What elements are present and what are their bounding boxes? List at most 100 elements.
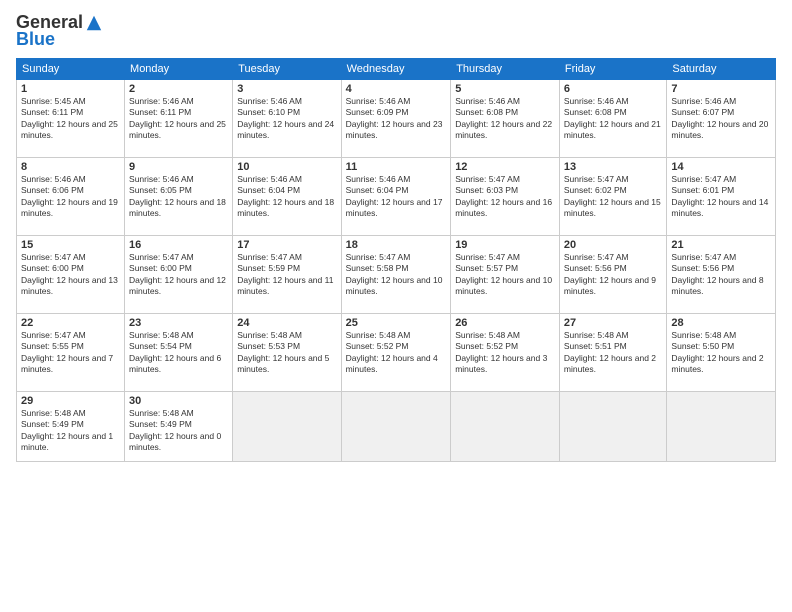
day-number: 10 xyxy=(237,161,336,173)
calendar-day-cell: 1Sunrise: 5:45 AMSunset: 6:11 PMDaylight… xyxy=(17,80,125,158)
calendar-week-1: 1Sunrise: 5:45 AMSunset: 6:11 PMDaylight… xyxy=(17,80,776,158)
calendar-header-tuesday: Tuesday xyxy=(233,59,341,80)
day-info: Sunrise: 5:46 AMSunset: 6:09 PMDaylight:… xyxy=(346,96,447,142)
day-info: Sunrise: 5:47 AMSunset: 5:56 PMDaylight:… xyxy=(671,252,771,298)
day-number: 18 xyxy=(346,239,447,251)
day-info: Sunrise: 5:46 AMSunset: 6:08 PMDaylight:… xyxy=(455,96,555,142)
day-info: Sunrise: 5:47 AMSunset: 5:57 PMDaylight:… xyxy=(455,252,555,298)
day-number: 29 xyxy=(21,395,120,407)
day-number: 6 xyxy=(564,83,663,95)
calendar-week-2: 8Sunrise: 5:46 AMSunset: 6:06 PMDaylight… xyxy=(17,158,776,236)
calendar-header-wednesday: Wednesday xyxy=(341,59,451,80)
calendar-day-cell: 28Sunrise: 5:48 AMSunset: 5:50 PMDayligh… xyxy=(667,314,776,392)
calendar-day-cell: 9Sunrise: 5:46 AMSunset: 6:05 PMDaylight… xyxy=(125,158,233,236)
day-info: Sunrise: 5:47 AMSunset: 6:00 PMDaylight:… xyxy=(21,252,120,298)
day-number: 28 xyxy=(671,317,771,329)
calendar-day-cell: 8Sunrise: 5:46 AMSunset: 6:06 PMDaylight… xyxy=(17,158,125,236)
day-number: 20 xyxy=(564,239,663,251)
calendar-day-cell: 6Sunrise: 5:46 AMSunset: 6:08 PMDaylight… xyxy=(559,80,667,158)
calendar-day-cell: 24Sunrise: 5:48 AMSunset: 5:53 PMDayligh… xyxy=(233,314,341,392)
calendar-day-cell: 10Sunrise: 5:46 AMSunset: 6:04 PMDayligh… xyxy=(233,158,341,236)
calendar-header-sunday: Sunday xyxy=(17,59,125,80)
calendar-day-cell: 13Sunrise: 5:47 AMSunset: 6:02 PMDayligh… xyxy=(559,158,667,236)
logo-icon xyxy=(85,14,103,32)
day-info: Sunrise: 5:48 AMSunset: 5:52 PMDaylight:… xyxy=(346,330,447,376)
calendar-header-friday: Friday xyxy=(559,59,667,80)
calendar-day-cell xyxy=(559,392,667,462)
calendar-day-cell: 20Sunrise: 5:47 AMSunset: 5:56 PMDayligh… xyxy=(559,236,667,314)
calendar-header-monday: Monday xyxy=(125,59,233,80)
day-info: Sunrise: 5:46 AMSunset: 6:05 PMDaylight:… xyxy=(129,174,228,220)
day-number: 19 xyxy=(455,239,555,251)
day-number: 12 xyxy=(455,161,555,173)
calendar-header-thursday: Thursday xyxy=(451,59,560,80)
day-info: Sunrise: 5:47 AMSunset: 5:55 PMDaylight:… xyxy=(21,330,120,376)
day-number: 1 xyxy=(21,83,120,95)
day-info: Sunrise: 5:47 AMSunset: 5:58 PMDaylight:… xyxy=(346,252,447,298)
calendar-day-cell: 25Sunrise: 5:48 AMSunset: 5:52 PMDayligh… xyxy=(341,314,451,392)
day-info: Sunrise: 5:46 AMSunset: 6:08 PMDaylight:… xyxy=(564,96,663,142)
calendar-day-cell: 21Sunrise: 5:47 AMSunset: 5:56 PMDayligh… xyxy=(667,236,776,314)
day-number: 13 xyxy=(564,161,663,173)
day-info: Sunrise: 5:48 AMSunset: 5:52 PMDaylight:… xyxy=(455,330,555,376)
calendar-day-cell: 14Sunrise: 5:47 AMSunset: 6:01 PMDayligh… xyxy=(667,158,776,236)
day-info: Sunrise: 5:47 AMSunset: 6:01 PMDaylight:… xyxy=(671,174,771,220)
day-number: 15 xyxy=(21,239,120,251)
day-number: 9 xyxy=(129,161,228,173)
calendar-day-cell: 27Sunrise: 5:48 AMSunset: 5:51 PMDayligh… xyxy=(559,314,667,392)
calendar-day-cell: 4Sunrise: 5:46 AMSunset: 6:09 PMDaylight… xyxy=(341,80,451,158)
day-number: 21 xyxy=(671,239,771,251)
day-number: 24 xyxy=(237,317,336,329)
calendar-day-cell xyxy=(233,392,341,462)
day-number: 25 xyxy=(346,317,447,329)
calendar-day-cell: 16Sunrise: 5:47 AMSunset: 6:00 PMDayligh… xyxy=(125,236,233,314)
calendar-day-cell xyxy=(341,392,451,462)
calendar-week-5: 29Sunrise: 5:48 AMSunset: 5:49 PMDayligh… xyxy=(17,392,776,462)
day-number: 27 xyxy=(564,317,663,329)
calendar-day-cell: 15Sunrise: 5:47 AMSunset: 6:00 PMDayligh… xyxy=(17,236,125,314)
day-info: Sunrise: 5:47 AMSunset: 6:02 PMDaylight:… xyxy=(564,174,663,220)
calendar-header-saturday: Saturday xyxy=(667,59,776,80)
day-number: 30 xyxy=(129,395,228,407)
calendar-table: SundayMondayTuesdayWednesdayThursdayFrid… xyxy=(16,58,776,462)
day-number: 3 xyxy=(237,83,336,95)
header: General Blue xyxy=(16,12,776,50)
day-number: 22 xyxy=(21,317,120,329)
calendar-day-cell xyxy=(451,392,560,462)
calendar-week-4: 22Sunrise: 5:47 AMSunset: 5:55 PMDayligh… xyxy=(17,314,776,392)
day-info: Sunrise: 5:47 AMSunset: 5:59 PMDaylight:… xyxy=(237,252,336,298)
day-number: 5 xyxy=(455,83,555,95)
calendar-day-cell: 17Sunrise: 5:47 AMSunset: 5:59 PMDayligh… xyxy=(233,236,341,314)
day-info: Sunrise: 5:46 AMSunset: 6:07 PMDaylight:… xyxy=(671,96,771,142)
day-number: 4 xyxy=(346,83,447,95)
day-info: Sunrise: 5:46 AMSunset: 6:11 PMDaylight:… xyxy=(129,96,228,142)
day-number: 14 xyxy=(671,161,771,173)
day-info: Sunrise: 5:48 AMSunset: 5:49 PMDaylight:… xyxy=(129,408,228,454)
day-info: Sunrise: 5:46 AMSunset: 6:06 PMDaylight:… xyxy=(21,174,120,220)
calendar-week-3: 15Sunrise: 5:47 AMSunset: 6:00 PMDayligh… xyxy=(17,236,776,314)
day-info: Sunrise: 5:47 AMSunset: 6:03 PMDaylight:… xyxy=(455,174,555,220)
calendar-day-cell: 7Sunrise: 5:46 AMSunset: 6:07 PMDaylight… xyxy=(667,80,776,158)
calendar-day-cell: 5Sunrise: 5:46 AMSunset: 6:08 PMDaylight… xyxy=(451,80,560,158)
day-number: 26 xyxy=(455,317,555,329)
calendar-day-cell xyxy=(667,392,776,462)
day-info: Sunrise: 5:48 AMSunset: 5:49 PMDaylight:… xyxy=(21,408,120,454)
calendar-day-cell: 3Sunrise: 5:46 AMSunset: 6:10 PMDaylight… xyxy=(233,80,341,158)
logo-blue-text: Blue xyxy=(16,29,55,50)
day-info: Sunrise: 5:46 AMSunset: 6:04 PMDaylight:… xyxy=(237,174,336,220)
calendar-day-cell: 2Sunrise: 5:46 AMSunset: 6:11 PMDaylight… xyxy=(125,80,233,158)
day-number: 16 xyxy=(129,239,228,251)
calendar-day-cell: 12Sunrise: 5:47 AMSunset: 6:03 PMDayligh… xyxy=(451,158,560,236)
day-number: 11 xyxy=(346,161,447,173)
logo: General Blue xyxy=(16,12,103,50)
calendar-day-cell: 30Sunrise: 5:48 AMSunset: 5:49 PMDayligh… xyxy=(125,392,233,462)
calendar-day-cell: 11Sunrise: 5:46 AMSunset: 6:04 PMDayligh… xyxy=(341,158,451,236)
calendar-day-cell: 29Sunrise: 5:48 AMSunset: 5:49 PMDayligh… xyxy=(17,392,125,462)
day-info: Sunrise: 5:48 AMSunset: 5:54 PMDaylight:… xyxy=(129,330,228,376)
day-info: Sunrise: 5:48 AMSunset: 5:50 PMDaylight:… xyxy=(671,330,771,376)
day-info: Sunrise: 5:47 AMSunset: 5:56 PMDaylight:… xyxy=(564,252,663,298)
calendar-day-cell: 23Sunrise: 5:48 AMSunset: 5:54 PMDayligh… xyxy=(125,314,233,392)
day-info: Sunrise: 5:46 AMSunset: 6:04 PMDaylight:… xyxy=(346,174,447,220)
day-info: Sunrise: 5:47 AMSunset: 6:00 PMDaylight:… xyxy=(129,252,228,298)
calendar-header-row: SundayMondayTuesdayWednesdayThursdayFrid… xyxy=(17,59,776,80)
